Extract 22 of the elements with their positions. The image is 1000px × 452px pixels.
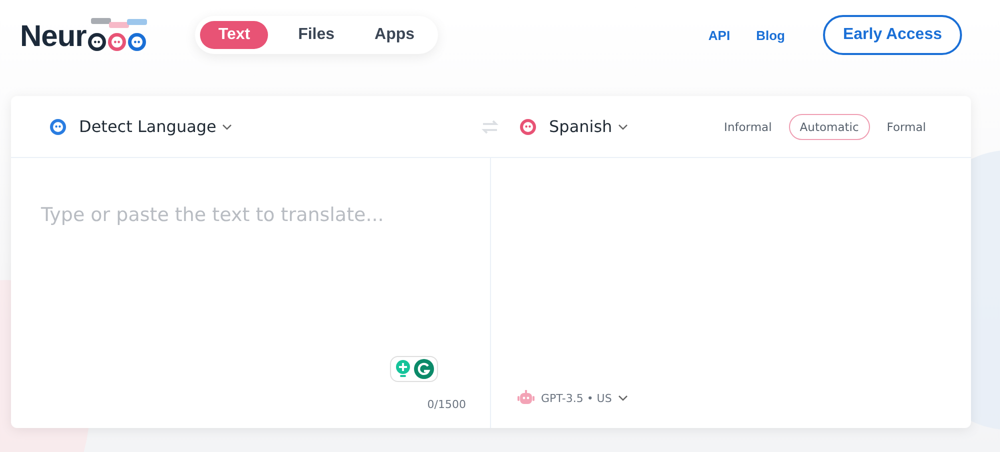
robot-face-icon xyxy=(519,118,537,136)
lightbulb-icon xyxy=(394,359,412,379)
nav-tab[interactable]: Text xyxy=(200,21,268,49)
logo-faces-drawing xyxy=(87,18,150,52)
target-language-dropdown[interactable]: Spanish xyxy=(519,117,628,136)
logo-text: Neur xyxy=(20,22,86,52)
chevron-down-icon xyxy=(618,124,628,130)
chevron-down-icon xyxy=(222,124,232,130)
tone-option[interactable]: Automatic xyxy=(788,114,870,140)
nav-tab[interactable]: Apps xyxy=(356,21,433,49)
g-logo-icon xyxy=(414,359,434,379)
grammar-widget[interactable] xyxy=(390,356,438,382)
robot-face-icon xyxy=(49,118,67,136)
model-selector[interactable]: GPT-3.5 • US xyxy=(517,390,628,406)
header-link[interactable]: API xyxy=(708,28,730,42)
chevron-down-icon xyxy=(618,395,628,401)
nav-tab[interactable]: Files xyxy=(280,21,353,49)
character-count: 0/1500 xyxy=(427,398,466,411)
early-access-button[interactable]: Early Access xyxy=(822,15,962,55)
source-language-dropdown[interactable]: Detect Language xyxy=(49,117,232,136)
robot-icon xyxy=(517,390,535,406)
header-link[interactable]: Blog xyxy=(756,28,785,42)
